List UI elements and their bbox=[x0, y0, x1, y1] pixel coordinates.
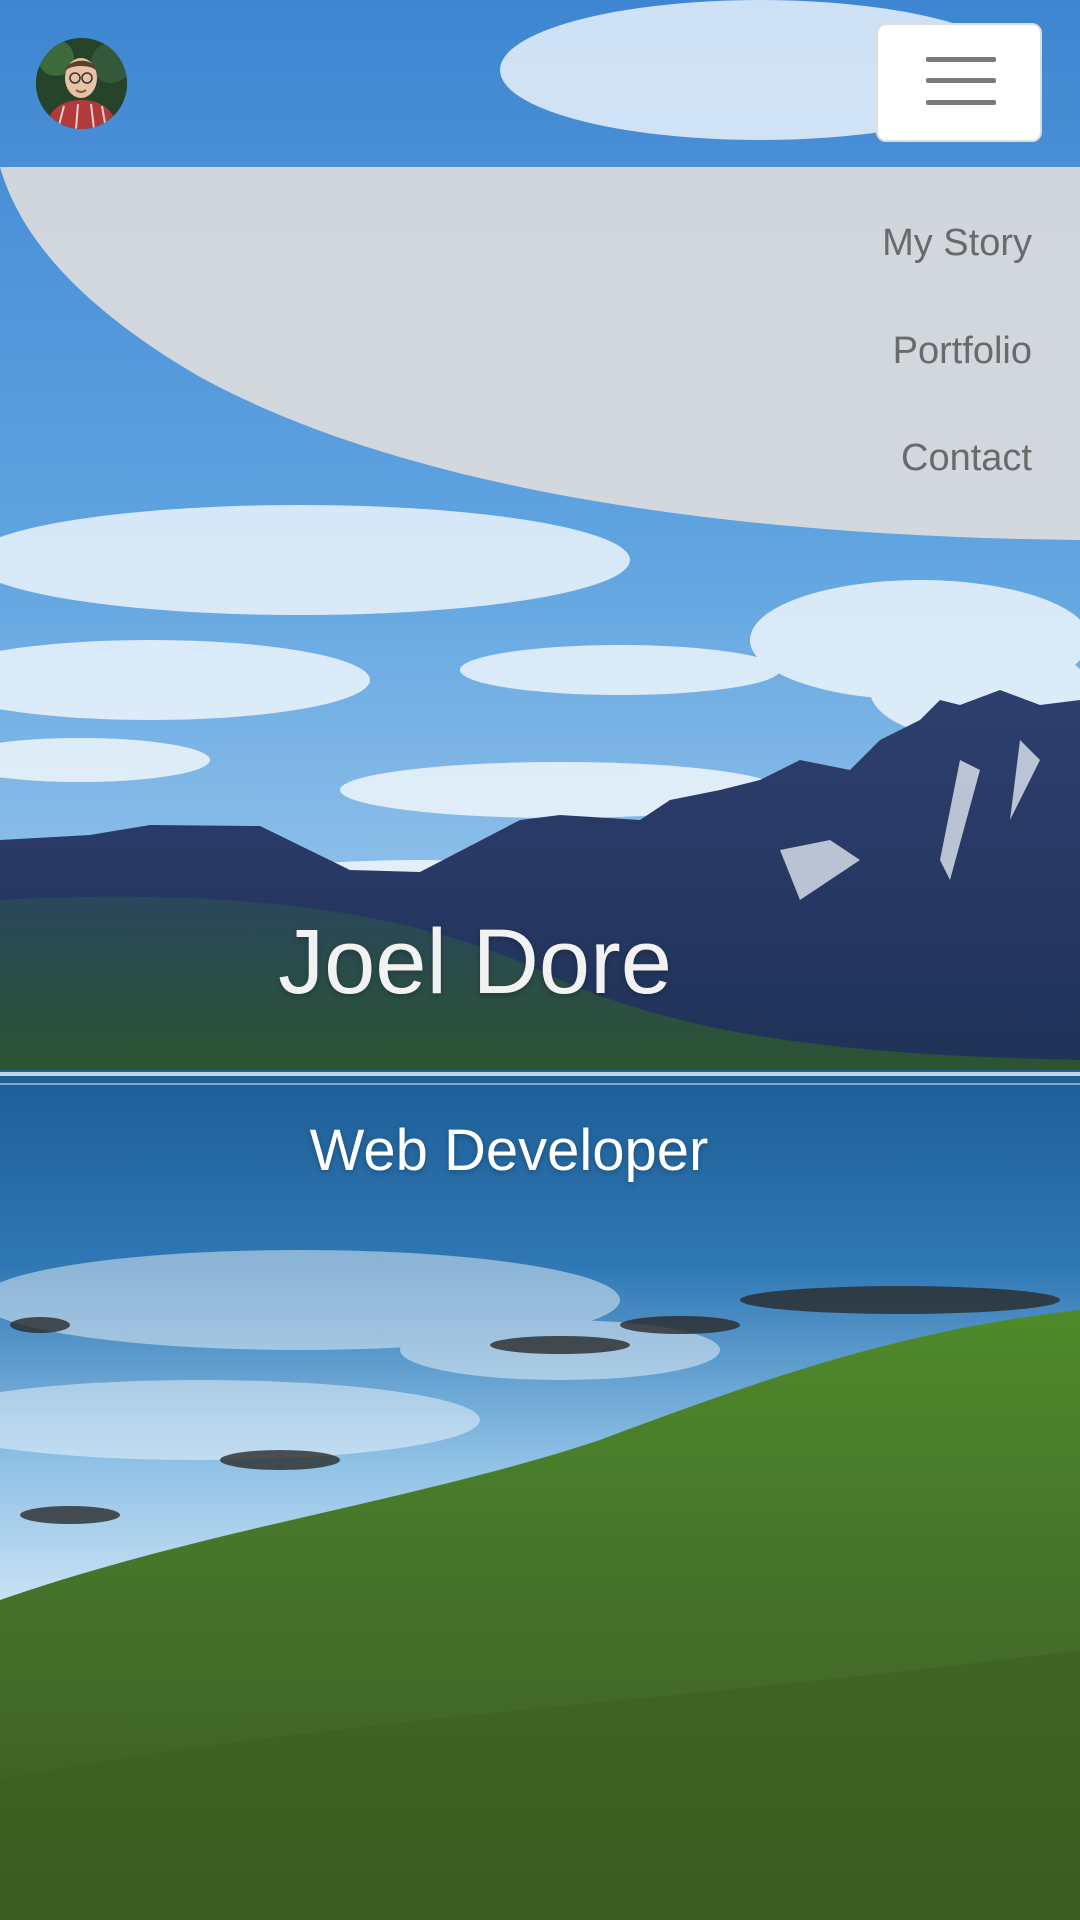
nav-link-my-story[interactable]: My Story bbox=[882, 222, 1032, 265]
hero-name: Joel Dore bbox=[278, 911, 672, 1013]
nav-link-contact[interactable]: Contact bbox=[901, 437, 1032, 480]
nav-link-portfolio[interactable]: Portfolio bbox=[893, 330, 1032, 373]
menu-toggle-button[interactable] bbox=[876, 23, 1042, 142]
person-portrait-icon bbox=[36, 38, 127, 129]
avatar[interactable] bbox=[36, 38, 127, 129]
page: My Story Portfolio Contact Joel Dore Web… bbox=[0, 0, 1080, 1920]
hero-title: Web Developer bbox=[309, 1118, 709, 1183]
